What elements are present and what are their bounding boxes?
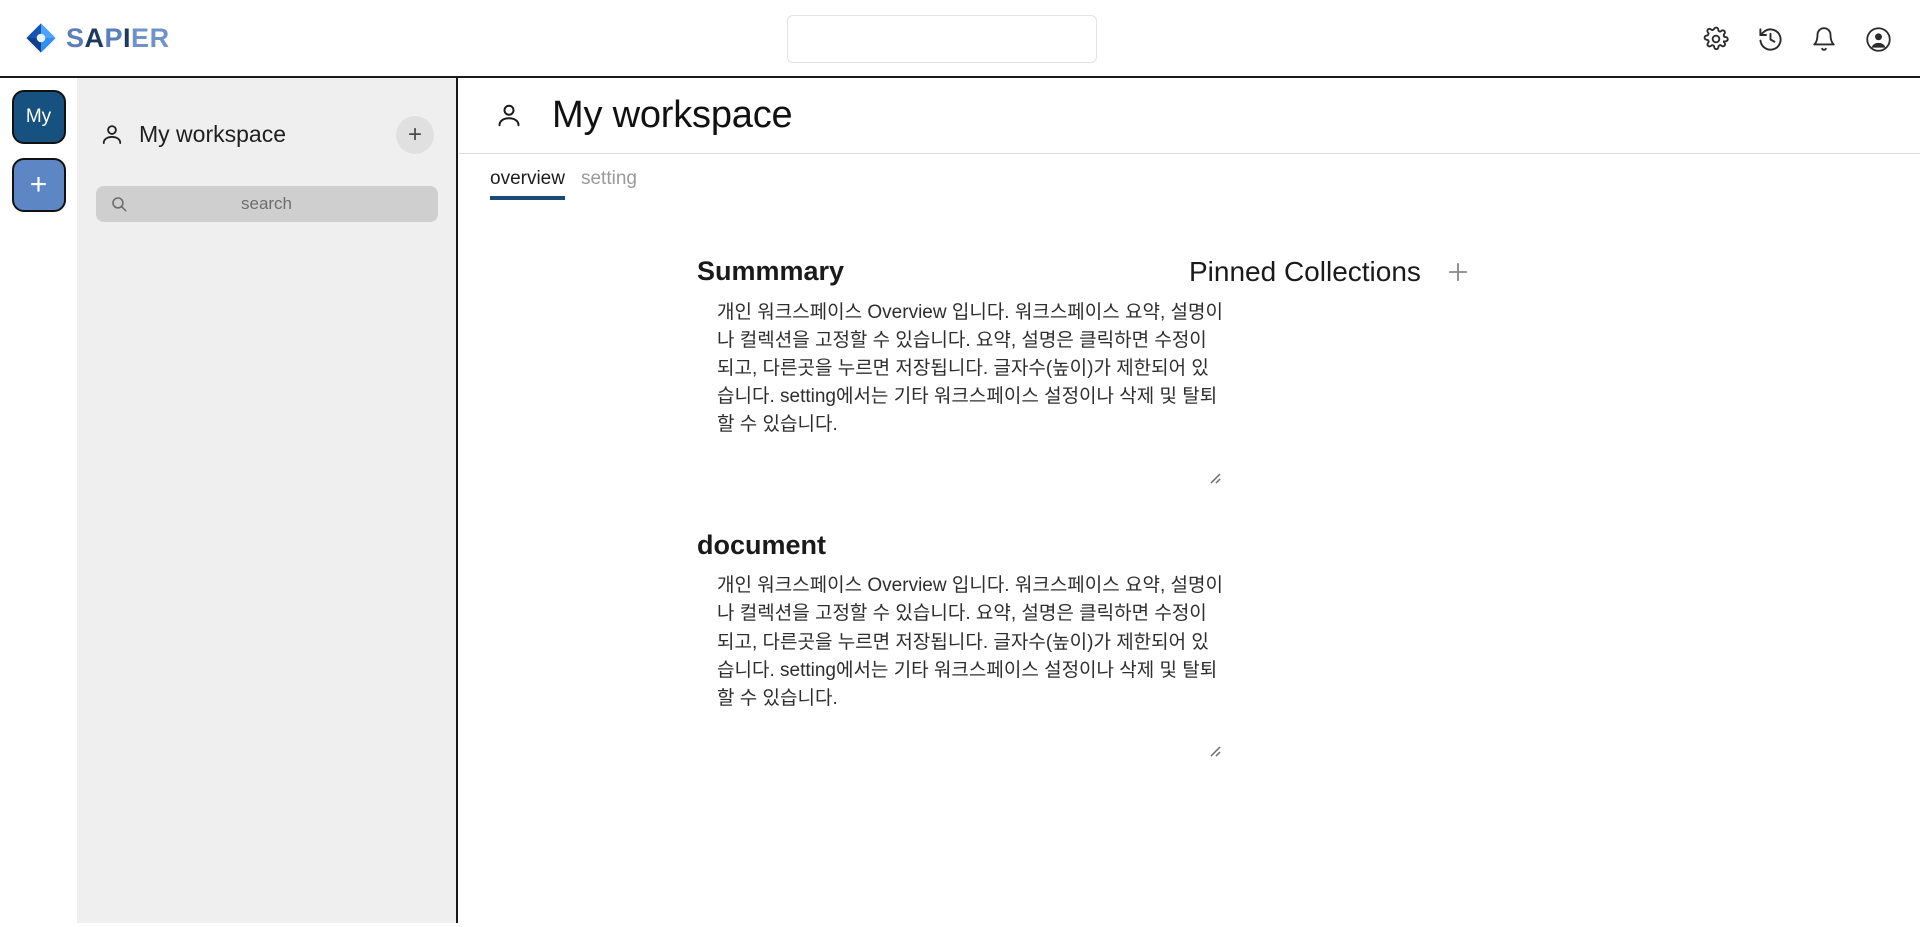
settings-icon[interactable] [1702,25,1730,53]
summary-title[interactable]: Summmary [697,255,1139,289]
overview-content: Summmary 개인 워크스페이스 Overview 입니다. 워크스페이스 … [459,200,1920,803]
brand-letter-1: A [84,22,105,53]
sidebar-search-box[interactable] [95,186,438,222]
person-icon [494,101,524,131]
resize-handle-icon[interactable] [1205,738,1221,757]
sidebar-workspace-name: My workspace [139,121,286,148]
sidebar-item-my-workspace[interactable]: My workspace + [77,106,456,164]
brand-name: SAPIER [66,22,170,53]
tab-overview[interactable]: overview [490,168,565,200]
tab-setting[interactable]: setting [581,168,637,200]
brand-letter-0: S [66,22,85,53]
diamond-logo-icon [26,23,56,53]
top-header-bar: SAPIER [0,0,1920,78]
document-body-text: 개인 워크스페이스 Overview 입니다. 워크스페이스 요약, 설명이나 … [717,575,1223,709]
workspace-my-label: My [25,106,52,127]
brand-letter-5: R [149,22,170,53]
add-pinned-collection-button[interactable] [1443,257,1473,287]
brand-letter-3: I [123,22,132,53]
overview-left-column: Summmary 개인 워크스페이스 Overview 입니다. 워크스페이스 … [459,255,1223,803]
person-icon [99,122,125,148]
left-rail: My + [0,78,77,927]
notifications-icon[interactable] [1810,25,1838,53]
page-header: My workspace [459,78,1920,154]
sidebar-panel: My workspace + [77,78,458,923]
brand-logo[interactable]: SAPIER [26,23,170,53]
tab-bar: overview setting [459,154,1920,200]
summary-body-text: 개인 워크스페이스 Overview 입니다. 워크스페이스 요약, 설명이나 … [717,301,1223,436]
account-icon[interactable] [1864,25,1892,53]
resize-handle-icon[interactable] [1205,465,1221,484]
workspace-my-button[interactable]: My [11,90,66,144]
document-title[interactable]: document [697,529,1139,563]
history-icon[interactable] [1756,25,1784,53]
main-content: My workspace overview setting Summmary 개… [459,78,1920,927]
summary-section: Summmary 개인 워크스페이스 Overview 입니다. 워크스페이스 … [697,255,1223,485]
brand-letter-4: E [131,22,150,53]
search-icon [110,195,128,213]
sidebar-add-label: + [407,121,422,148]
sidebar-add-button[interactable]: + [396,116,434,154]
pinned-collections-header: Pinned Collections [1189,255,1920,289]
summary-edit-box[interactable]: 개인 워크스페이스 Overview 입니다. 워크스페이스 요약, 설명이나 … [697,295,1227,485]
global-search-input[interactable] [787,15,1097,63]
document-section: document 개인 워크스페이스 Overview 입니다. 워크스페이스 … [697,529,1223,759]
pinned-collections-title: Pinned Collections [1189,255,1421,287]
top-header-actions [1702,0,1892,78]
page-title: My workspace [552,93,793,136]
add-workspace-label: + [29,168,48,201]
sidebar-search-input[interactable] [95,186,438,222]
add-workspace-button[interactable]: + [11,158,66,212]
document-edit-box[interactable]: 개인 워크스페이스 Overview 입니다. 워크스페이스 요약, 설명이나 … [697,568,1227,758]
overview-right-column: Pinned Collections [1139,255,1920,803]
brand-letter-2: P [104,22,124,53]
